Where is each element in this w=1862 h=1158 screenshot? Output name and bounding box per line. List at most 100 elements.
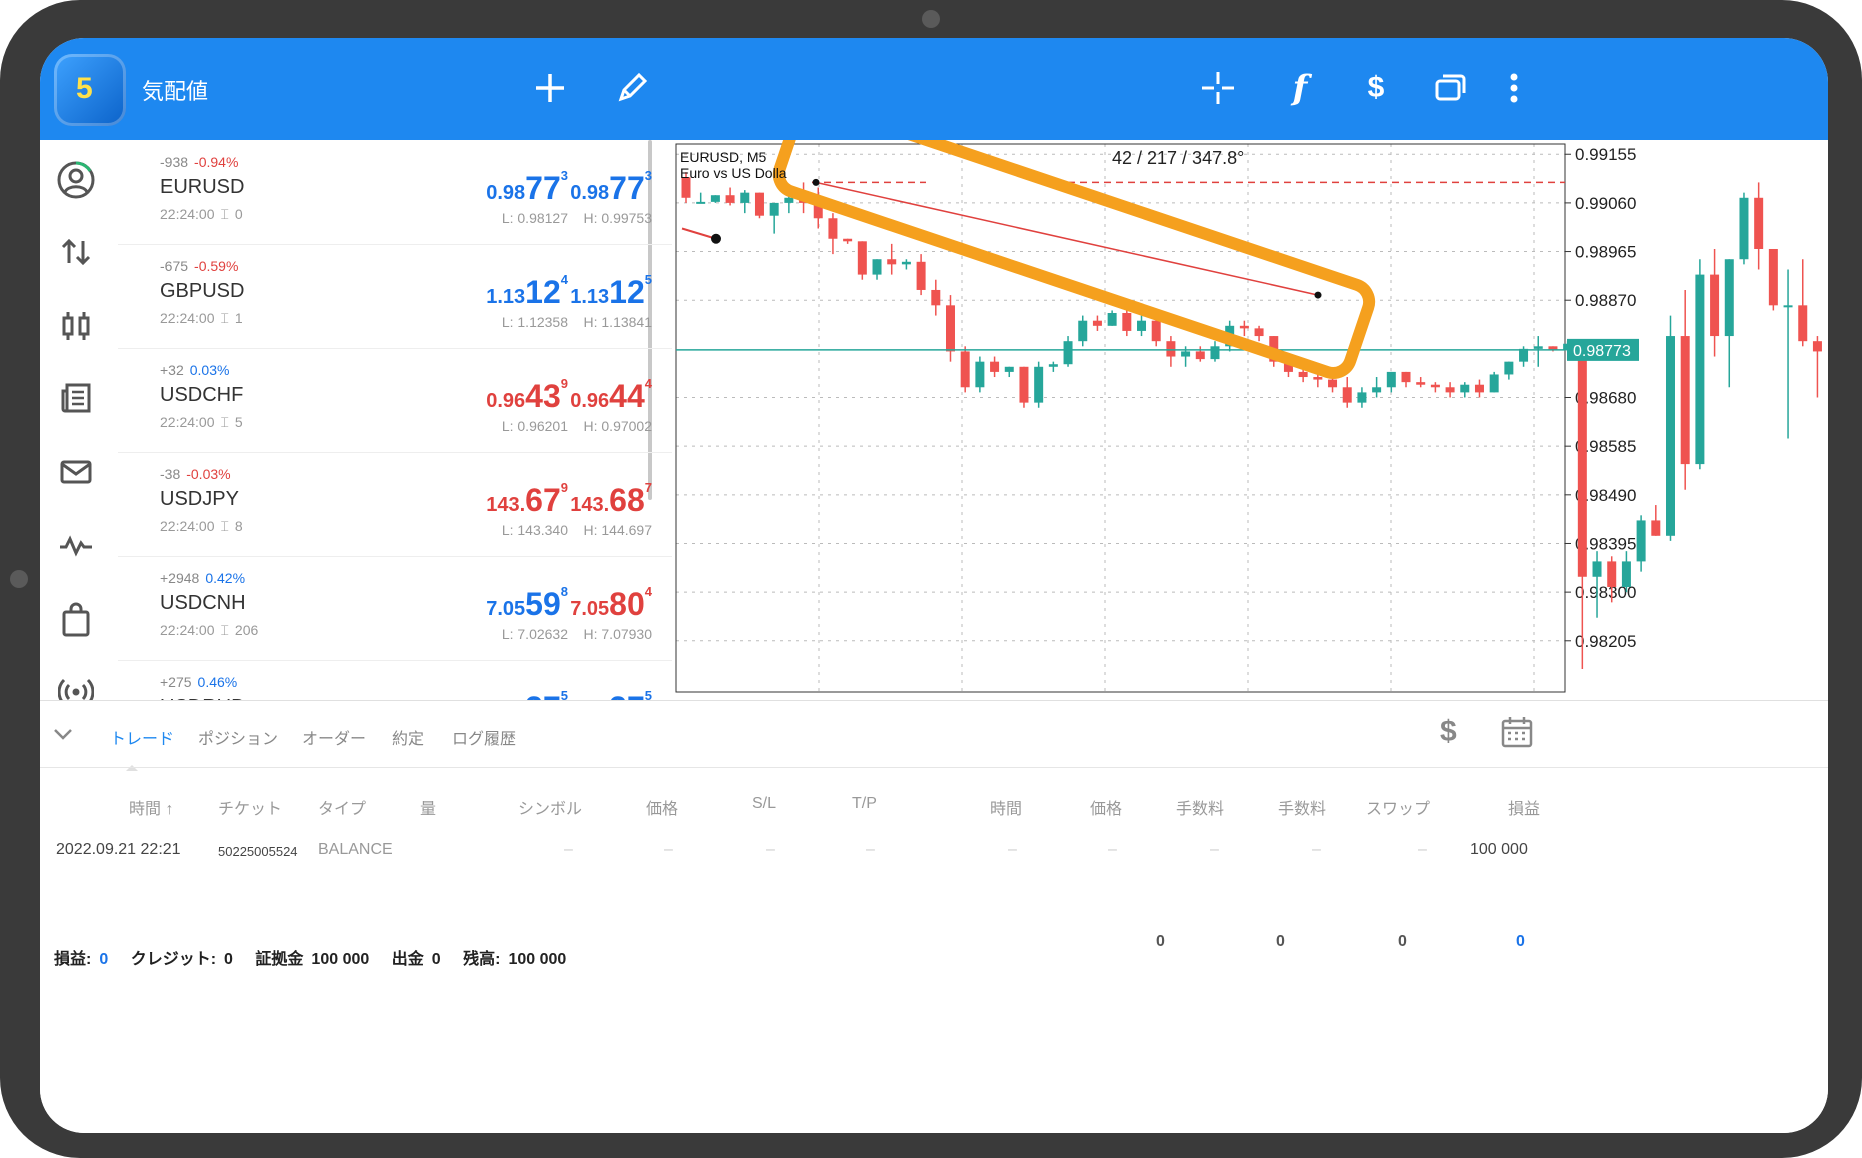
change-points-value: +275	[160, 674, 192, 690]
trade-dollar-icon[interactable]: $	[1352, 64, 1400, 112]
trade-dollar-icon[interactable]: $	[1440, 715, 1457, 749]
window-title: 気配値	[142, 79, 209, 104]
account-icon[interactable]	[50, 154, 102, 206]
col-ticket[interactable]: チケット	[218, 795, 282, 819]
quote-meta: 22:24:00 ⌶ 0	[160, 206, 243, 223]
col-sl[interactable]: S/L	[752, 795, 776, 813]
spread-value: 8	[234, 518, 243, 534]
quote-row[interactable]: -38 -0.03% USDJPY 22:24:00 ⌶ 8 143.679 143.687 L…	[118, 452, 672, 557]
candle-body	[872, 259, 882, 275]
news-icon[interactable]	[50, 372, 102, 424]
change-points: +32 0.03%	[160, 362, 229, 378]
tab-positions[interactable]: ポジション	[198, 725, 278, 749]
row-ticket: 50225005524	[218, 844, 298, 859]
col-time[interactable]: 時間 ↑	[129, 795, 173, 819]
ask-price[interactable]: 0.96444	[570, 376, 652, 415]
windows-icon[interactable]	[1426, 64, 1474, 112]
bid-price[interactable]: 0.98773	[486, 168, 568, 207]
col-fee[interactable]: 手数料	[1278, 795, 1326, 819]
high-price: H: 1.13841	[583, 314, 653, 330]
mail-icon[interactable]	[50, 446, 102, 498]
quote-meta: 22:24:00 ⌶ 206	[160, 622, 258, 639]
collapse-chevron-icon[interactable]	[52, 723, 74, 750]
bid-price[interactable]: 7.05598	[486, 584, 568, 623]
quote-row[interactable]: +2750.46%USDRUB17:57:02⌶200060.37562.375…	[118, 660, 672, 700]
market-bag-icon[interactable]	[50, 594, 102, 646]
indicator-f-icon[interactable]: f	[1276, 64, 1324, 112]
col-price[interactable]: 価格	[646, 795, 678, 819]
candle-body	[1621, 561, 1631, 588]
col-symbol[interactable]: シンボル	[518, 795, 582, 819]
candle-body	[1254, 328, 1264, 337]
col-close-time[interactable]: 時間	[990, 795, 1022, 819]
bid-price[interactable]: 1.13124	[486, 272, 568, 311]
calendar-icon[interactable]	[1500, 715, 1534, 754]
bid-main: 0.98	[486, 182, 526, 204]
col-profit[interactable]: 損益	[1508, 795, 1540, 819]
more-vert-icon[interactable]	[1490, 64, 1538, 112]
add-icon[interactable]	[526, 64, 574, 112]
bid-main: 1.13	[486, 286, 526, 308]
candle-body	[1210, 346, 1220, 360]
col-commission[interactable]: 手数料	[1176, 795, 1224, 819]
col-type[interactable]: タイプ	[318, 795, 366, 819]
row-dash: –	[564, 841, 573, 858]
col-close-price[interactable]: 価格	[1090, 795, 1122, 819]
candle-body	[960, 351, 970, 388]
trendline-anchor-end	[1314, 291, 1322, 299]
candle-body	[945, 305, 955, 352]
metatrader-logo[interactable]: 5	[54, 54, 126, 126]
y-tick-label: 0.98870	[1575, 291, 1636, 310]
profit-value: 0	[99, 951, 109, 968]
deposit-value: 100 000	[311, 951, 370, 968]
candle-body	[843, 238, 853, 242]
row-dash: –	[1008, 841, 1017, 858]
total-profit: 0	[1516, 933, 1525, 950]
quotes-arrows-icon[interactable]	[50, 226, 102, 278]
row-time: 2022.09.21 22:21	[56, 841, 181, 858]
bid-price[interactable]: 143.679	[486, 480, 568, 519]
ask-sup: 7	[644, 480, 652, 495]
quote-row[interactable]: +32 0.03% USDCHF 22:24:00 ⌶ 5 0.96439 0.96444 L:…	[118, 348, 672, 453]
ask-price[interactable]: 0.98773	[570, 168, 652, 207]
candle-body	[710, 195, 720, 202]
col-volume[interactable]: 量	[420, 795, 436, 819]
candle-body	[1460, 384, 1470, 393]
ask-price[interactable]: 1.13125	[570, 272, 652, 311]
change-points: -675 -0.59%	[160, 258, 238, 274]
tab-deals[interactable]: 約定	[392, 725, 424, 749]
quote-row[interactable]: +2948 0.42% USDCNH 22:24:00 ⌶ 206 7.05598 7.058…	[118, 556, 672, 661]
spread-value: 1	[234, 310, 243, 326]
tab-history[interactable]: ログ履歴	[452, 725, 516, 749]
spread-icon: ⌶	[220, 310, 229, 326]
total-fee: 0	[1276, 933, 1285, 950]
ask-sup: 3	[644, 168, 652, 183]
crosshair-icon[interactable]	[1194, 64, 1242, 112]
tab-orders[interactable]: オーダー	[302, 725, 366, 749]
bid-price[interactable]: 60.375	[497, 688, 568, 700]
quote-time: 22:24:00	[160, 414, 215, 430]
candle-body	[769, 202, 779, 216]
tab-trade[interactable]: トレード	[110, 725, 174, 749]
bid-price[interactable]: 0.96439	[486, 376, 568, 415]
low-price: L: 7.02632	[501, 626, 568, 642]
quote-row[interactable]: -675 -0.59% GBPUSD 22:24:00 ⌶ 1 1.13124 1.13125…	[118, 244, 672, 349]
bid-sup: 3	[560, 168, 568, 183]
balance-value: 100 000	[508, 951, 567, 968]
ask-price[interactable]: 143.687	[570, 480, 652, 519]
chart-candles-icon[interactable]	[50, 300, 102, 352]
candle-body	[1577, 351, 1587, 577]
ask-price[interactable]: 62.375	[581, 688, 652, 700]
pencil-icon[interactable]	[608, 64, 656, 112]
col-swap[interactable]: スワップ	[1366, 795, 1430, 819]
high-price: H: 0.99753	[583, 210, 653, 226]
ask-price[interactable]: 7.05804	[570, 584, 652, 623]
candle-body	[1372, 387, 1382, 393]
candle-body	[1195, 351, 1205, 360]
price-chart[interactable]: 21 Sep 16:2021 Sep 17:2021 Sep 18:2021 S…	[672, 140, 1828, 718]
quote-row[interactable]: -938 -0.94% EURUSD 22:24:00 ⌶ 0 0.98773 0.98773…	[118, 140, 672, 245]
high-price: H: 0.97002	[583, 418, 653, 434]
journal-icon[interactable]	[50, 520, 102, 572]
low-price: L: 0.96201	[501, 418, 568, 434]
col-tp[interactable]: T/P	[852, 795, 877, 813]
